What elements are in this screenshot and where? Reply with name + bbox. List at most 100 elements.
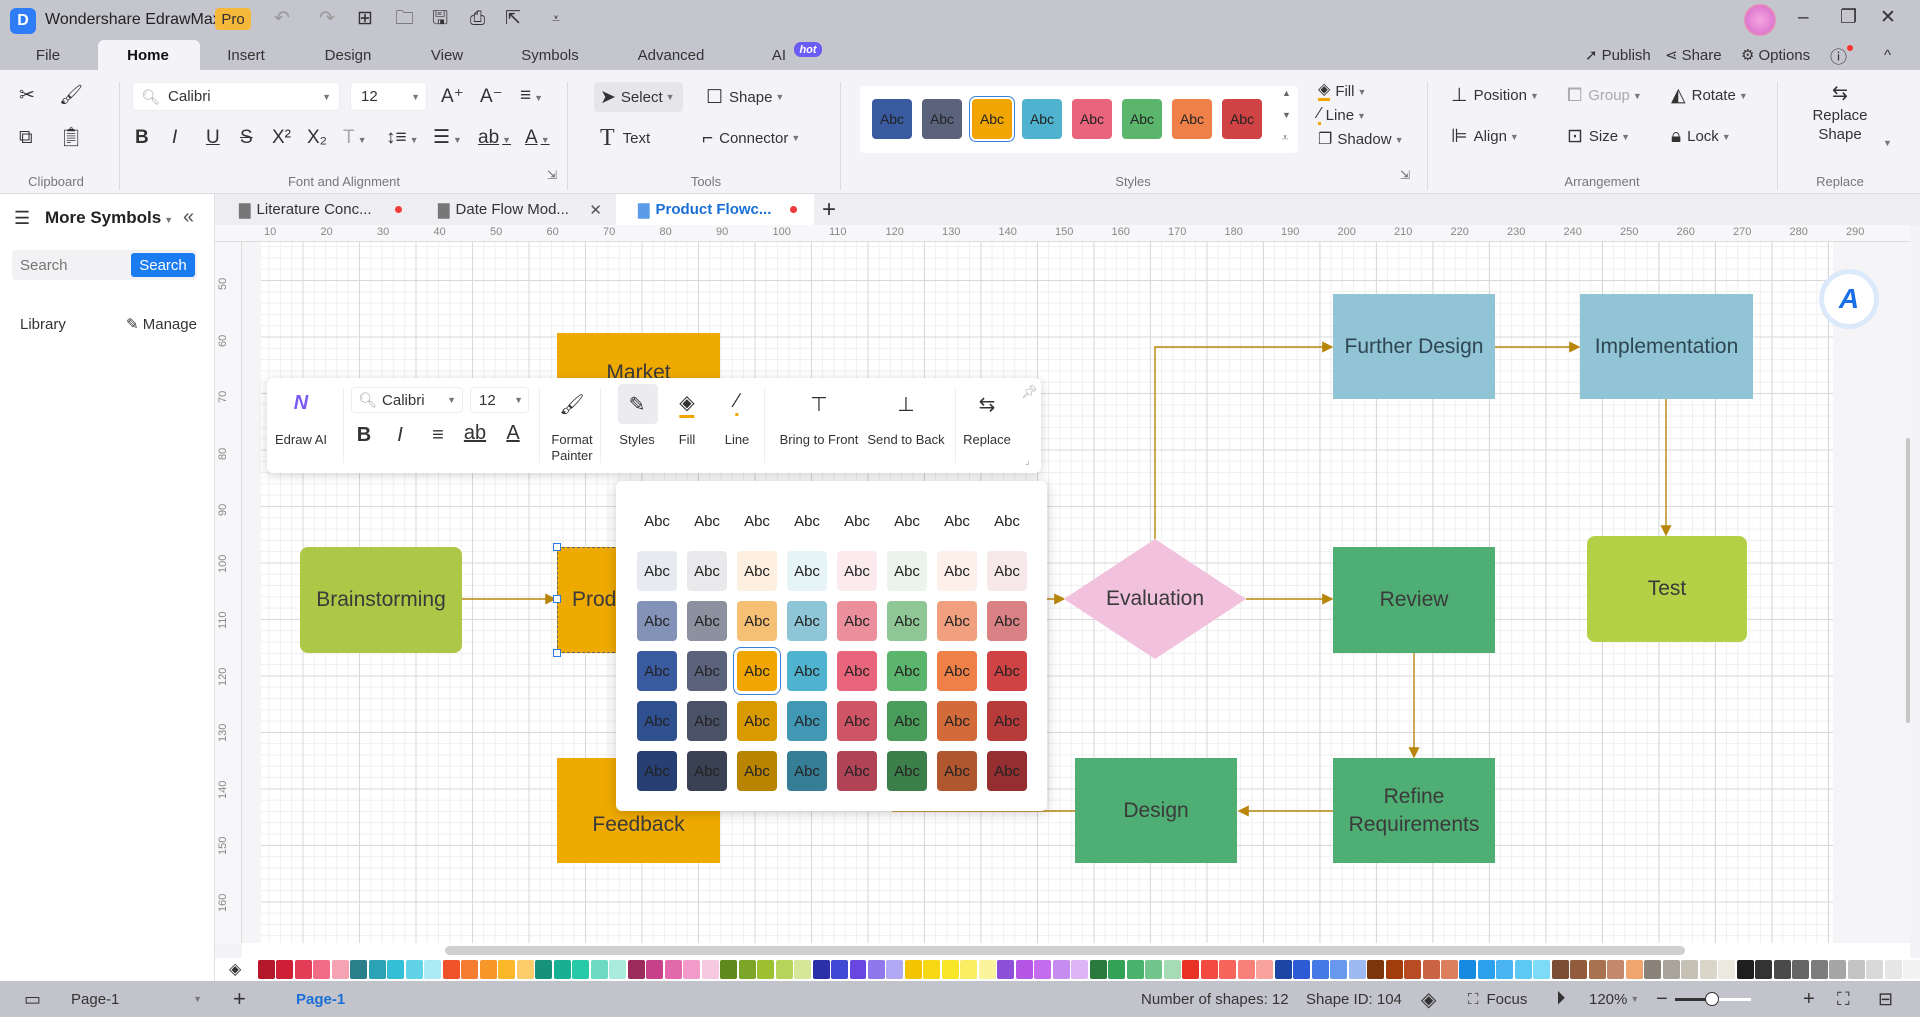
palette-color-swatch[interactable] [1311, 960, 1329, 979]
palette-color-swatch[interactable] [479, 960, 497, 979]
help-icon[interactable]: ⓘ [1830, 40, 1853, 70]
replace-label[interactable]: Replace [963, 432, 1011, 448]
layers-icon[interactable]: ◈ [1421, 981, 1436, 1017]
print-icon[interactable]: ⎙ [470, 9, 485, 28]
palette-color-swatch[interactable] [720, 960, 738, 979]
palette-color-swatch[interactable] [498, 960, 516, 979]
close-icon[interactable]: ✕ [1880, 8, 1896, 27]
palette-color-swatch[interactable] [1145, 960, 1163, 979]
palette-color-swatch[interactable] [1348, 960, 1366, 979]
menu-insert[interactable]: Insert [227, 40, 265, 70]
font-dialog-launcher-icon[interactable]: ⇲ [547, 168, 557, 182]
palette-color-swatch[interactable] [1755, 960, 1773, 979]
palette-color-swatch[interactable] [1034, 960, 1052, 979]
cut-icon[interactable]: ✂ [19, 86, 35, 105]
style-option[interactable]: Abc [733, 647, 781, 695]
style-option[interactable]: Abc [637, 651, 677, 691]
select-tool-button[interactable]: ➤ Select ▼ [594, 82, 683, 112]
style-option[interactable]: Abc [887, 601, 927, 641]
line-button[interactable]: ∕ Line ▼ [1318, 106, 1366, 125]
palette-color-swatch[interactable] [960, 960, 978, 979]
shadow-button[interactable]: ❐ Shadow ▼ [1318, 131, 1403, 148]
style-swatch[interactable]: Abc [1172, 99, 1212, 139]
shape-further-design[interactable]: Further Design [1333, 294, 1495, 399]
palette-color-swatch[interactable] [1847, 960, 1865, 979]
style-swatch[interactable]: Abc [1072, 99, 1112, 139]
decrease-font-icon[interactable]: A⁻ [480, 87, 503, 106]
styles-dialog-launcher-icon[interactable]: ⇲ [1400, 168, 1410, 182]
palette-color-swatch[interactable] [276, 960, 294, 979]
palette-color-swatch[interactable] [1829, 960, 1847, 979]
style-option[interactable]: Abc [637, 751, 677, 791]
format-painter-icon[interactable]: 🖌 [559, 392, 584, 417]
play-icon[interactable]: ⏵ [1556, 981, 1566, 1017]
palette-color-swatch[interactable] [904, 960, 922, 979]
style-option[interactable]: Abc [687, 551, 727, 591]
symbol-search-input[interactable] [20, 252, 125, 278]
font-family-select[interactable]: 🔍︎ Calibri ▼ [132, 82, 340, 111]
palette-color-swatch[interactable] [1884, 960, 1902, 979]
style-option[interactable]: Abc [987, 701, 1027, 741]
palette-color-swatch[interactable] [1644, 960, 1662, 979]
palette-color-swatch[interactable] [1200, 960, 1218, 979]
more-symbols-dropdown[interactable]: More Symbols ▼ [45, 208, 173, 228]
style-option[interactable]: Abc [837, 501, 877, 541]
style-option[interactable]: Abc [837, 701, 877, 741]
menu-design[interactable]: Design [325, 40, 372, 70]
replace-icon[interactable]: ⇆ [979, 392, 996, 417]
font-size-select[interactable]: 12 ▼ [350, 82, 427, 111]
palette-color-swatch[interactable] [664, 960, 682, 979]
palette-color-swatch[interactable] [442, 960, 460, 979]
selection-handle[interactable] [553, 595, 561, 603]
edraw-ai-assistant-icon[interactable]: A [1824, 274, 1874, 324]
palette-color-swatch[interactable] [313, 960, 331, 979]
position-button[interactable]: ⊥ Position ▼ [1451, 86, 1539, 105]
save-icon[interactable]: 🖫 [432, 9, 448, 28]
palette-color-swatch[interactable] [350, 960, 368, 979]
palette-color-swatch[interactable] [294, 960, 312, 979]
zoom-in-button[interactable]: + [1803, 981, 1815, 1017]
superscript-icon[interactable]: X² [272, 128, 291, 147]
line-icon[interactable]: ∕ [735, 390, 739, 416]
style-option[interactable]: Abc [987, 601, 1027, 641]
palette-color-swatch[interactable] [1108, 960, 1126, 979]
palette-color-swatch[interactable] [1625, 960, 1643, 979]
style-option[interactable]: Abc [937, 751, 977, 791]
manage-button[interactable]: ✎ Manage [126, 315, 197, 333]
palette-color-swatch[interactable] [609, 960, 627, 979]
toolbar-font-select[interactable]: 🔍︎ Calibri ▼ [351, 387, 463, 413]
style-option[interactable]: Abc [937, 651, 977, 691]
palette-color-swatch[interactable] [1293, 960, 1311, 979]
increase-font-icon[interactable]: A⁺ [441, 87, 464, 106]
style-option[interactable]: Abc [637, 501, 677, 541]
menu-file[interactable]: File [36, 40, 60, 70]
paste-icon[interactable]: 📋︎ [59, 128, 83, 147]
new-icon[interactable]: ⊞ [357, 9, 373, 28]
palette-color-swatch[interactable] [1866, 960, 1884, 979]
horizontal-scrollbar[interactable] [445, 946, 1685, 955]
style-option[interactable]: Abc [837, 651, 877, 691]
style-option[interactable]: Abc [737, 751, 777, 791]
style-swatch[interactable]: Abc [1222, 99, 1262, 139]
palette-color-swatch[interactable] [1662, 960, 1680, 979]
collapse-ribbon-icon[interactable]: ^ [1884, 40, 1891, 70]
palette-color-swatch[interactable] [1533, 960, 1551, 979]
group-button[interactable]: ⧠ Group ▼ [1567, 86, 1642, 105]
style-option[interactable]: Abc [887, 501, 927, 541]
palette-color-swatch[interactable] [1514, 960, 1532, 979]
doc-tab-literature[interactable]: ▇ Literature Conc... [220, 194, 422, 225]
style-option[interactable]: Abc [637, 601, 677, 641]
styles-icon[interactable]: ✎ [629, 392, 646, 417]
palette-color-swatch[interactable] [1588, 960, 1606, 979]
style-option[interactable]: Abc [737, 601, 777, 641]
underline-icon[interactable]: U [206, 128, 220, 147]
palette-color-swatch[interactable] [461, 960, 479, 979]
palette-color-swatch[interactable] [1052, 960, 1070, 979]
palette-color-swatch[interactable] [812, 960, 830, 979]
palette-color-swatch[interactable] [923, 960, 941, 979]
connector-tool-button[interactable]: ⌐ Connector ▼ [702, 123, 800, 153]
palette-color-swatch[interactable] [1219, 960, 1237, 979]
gallery-scroll-down-icon[interactable]: ▼ [1282, 110, 1291, 120]
zoom-slider-knob[interactable] [1705, 992, 1719, 1006]
format-painter-label[interactable]: Format Painter [551, 432, 592, 464]
